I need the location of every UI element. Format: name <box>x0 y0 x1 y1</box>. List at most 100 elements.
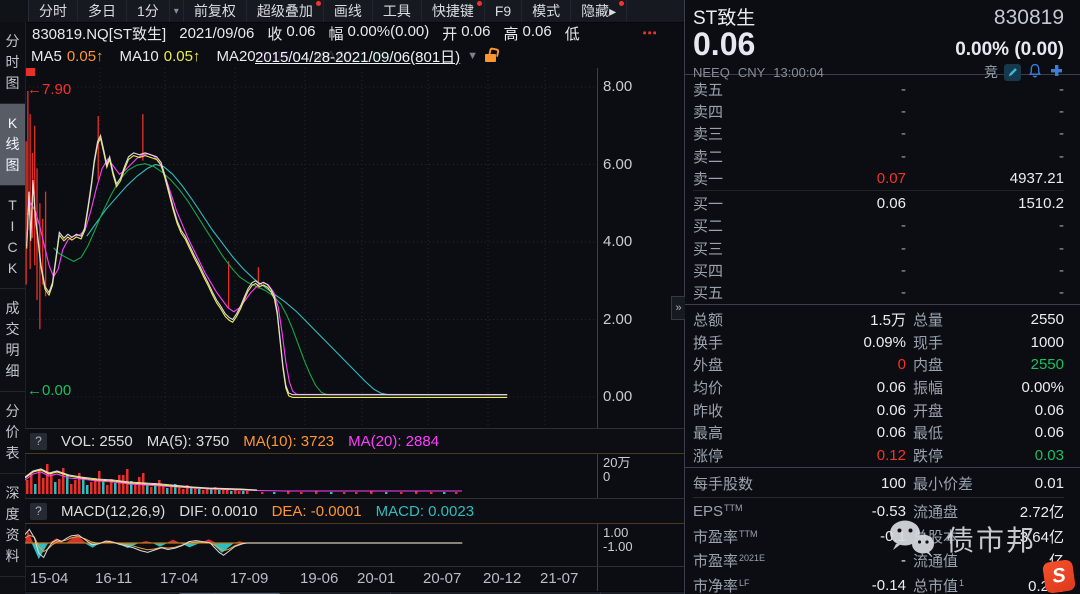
price-chart-pane[interactable]: 8.006.004.002.000.00 ←7.90 ←0.00 <box>25 68 684 428</box>
toolbar-item-mode[interactable]: 模式 <box>522 0 571 22</box>
stat-label: 外盘 <box>693 354 763 375</box>
stat-label: 跌停 <box>913 445 997 466</box>
level-label: 卖四 <box>693 101 763 122</box>
volume-values: VOL: 2550MA(5): 3750MA(10): 3723MA(20): … <box>61 433 439 450</box>
toolbar-item-draw-line[interactable]: 画线 <box>324 0 373 22</box>
order-book-row[interactable]: 买四-- <box>693 259 1064 281</box>
stat-value: -0.1 <box>763 528 906 545</box>
stat-value: 0.06 <box>997 424 1064 441</box>
indicator-value: DIF: 0.0010 <box>179 503 257 520</box>
sidebar-tab-trade-detail[interactable]: 成交明细 <box>0 289 25 392</box>
order-book-row[interactable]: 卖三-- <box>693 123 1064 145</box>
toolbar-item-label: 多日 <box>88 1 116 21</box>
macd-pane[interactable]: 1.00 -1.00 <box>25 524 684 566</box>
more-dots-icon[interactable]: ⋯ <box>642 24 658 42</box>
toolbar-item-hotkeys[interactable]: 快捷键 <box>422 0 485 22</box>
stat-label: 最小价差 <box>913 473 997 494</box>
edit-pencil-icon[interactable] <box>1004 64 1021 81</box>
stat-label: 昨收 <box>693 400 763 421</box>
toolbar-item-period-dropdown[interactable]: ▾ <box>170 0 184 22</box>
volume-chart[interactable] <box>25 454 597 498</box>
stat-label: 每手股数 <box>693 473 763 494</box>
order-book-row[interactable]: 买一0.061510.2 <box>693 192 1064 214</box>
level-label: 卖三 <box>693 123 763 144</box>
indicator-value: MA(20): 2884 <box>348 433 439 450</box>
lock-open-icon[interactable] <box>485 54 496 62</box>
toolbar-item-forward-adjust[interactable]: 前复权 <box>184 0 247 22</box>
ohlc-field: 低 <box>565 23 584 44</box>
toolbar-item-tools[interactable]: 工具 <box>373 0 422 22</box>
sidebar-tab-tick[interactable]: TICK <box>0 186 25 289</box>
stat-label: 现手 <box>913 332 997 353</box>
order-book-row[interactable]: 卖四-- <box>693 100 1064 122</box>
y-axis-label: 8.00 <box>603 78 632 95</box>
divider <box>693 190 1064 191</box>
toolbar-item-label: 快捷键 <box>432 1 474 21</box>
toolbar-item-label: 前复权 <box>194 1 236 21</box>
help-icon[interactable]: ? <box>30 503 47 520</box>
low-marker: ←0.00 <box>27 382 71 399</box>
notification-dot <box>477 1 482 6</box>
toolbar-item-minute-chart[interactable]: 分时 <box>29 0 78 22</box>
notification-dot <box>619 1 624 6</box>
price-change: 0.00% (0.00) <box>955 39 1064 61</box>
watermark: 债市邦 <box>888 518 1036 560</box>
order-book-row[interactable]: 买二-- <box>693 215 1064 237</box>
sidebar: 分时图K线图TICK成交明细分价表深度资料 <box>0 22 26 594</box>
toolbar-items: 分时多日 1分▾ 前复权超级叠加画线工具快捷键 F9模式隐藏▸ <box>29 0 627 22</box>
wechat-icon <box>888 518 938 560</box>
ohlc-field: 收0.06 <box>267 23 315 44</box>
sidebar-tab-char: K <box>0 258 25 279</box>
date-range-selector[interactable]: 2015/04/28-2021/09/06(801日) ▼ <box>255 44 496 68</box>
stat-label: 开盘 <box>913 400 997 421</box>
order-book: 卖五--卖四--卖三--卖二--卖一0.074937.21买一0.061510.… <box>685 75 1080 304</box>
order-book-row[interactable]: 卖一0.074937.21 <box>693 167 1064 189</box>
app-logo: S <box>1042 559 1076 594</box>
order-book-row[interactable]: 卖五-- <box>693 78 1064 100</box>
sidebar-tab-depth-info[interactable]: 深度资料 <box>0 474 25 577</box>
sidebar-tab-time-chart[interactable]: 分时图 <box>0 22 25 104</box>
field-label: 高 <box>503 23 518 44</box>
level-price: - <box>763 81 906 98</box>
kline-chart[interactable] <box>25 68 597 428</box>
alert-bell-icon[interactable] <box>1027 63 1043 82</box>
stat-value: 2550 <box>997 356 1064 373</box>
toolbar-corner <box>0 0 29 22</box>
sidebar-tab-char: 图 <box>0 73 25 94</box>
field-value: 0.06 <box>523 23 552 44</box>
chevron-down-icon[interactable]: ▼ <box>467 50 478 62</box>
level-volume: - <box>906 284 1064 301</box>
toolbar-item-one-minute[interactable]: 1分 <box>127 0 170 22</box>
field-label: 开 <box>442 23 457 44</box>
toolbar-item-multi-day[interactable]: 多日 <box>78 0 127 22</box>
indicator-value: MACD: 0.0023 <box>376 503 474 520</box>
indicator-value: MA(5): 3750 <box>147 433 230 450</box>
info-bar: 830819.NQ[ST致生] 2021/09/06 收0.06幅0.00%(0… <box>25 22 684 44</box>
toolbar-item-hide[interactable]: 隐藏▸ <box>571 0 627 22</box>
stat-label: 换手 <box>693 332 763 353</box>
level-price: 0.07 <box>763 170 906 187</box>
level-label: 买三 <box>693 238 763 259</box>
order-book-row[interactable]: 买三-- <box>693 237 1064 259</box>
toolbar-item-super-overlay[interactable]: 超级叠加 <box>247 0 324 22</box>
sidebar-tab-kline-chart[interactable]: K线图 <box>0 104 25 186</box>
toolbar-item-f9[interactable]: F9 <box>485 0 522 22</box>
stat-label: 内盘 <box>913 354 997 375</box>
level-volume: - <box>906 148 1064 165</box>
level-volume: - <box>906 125 1064 142</box>
order-book-row[interactable]: 买五-- <box>693 282 1064 304</box>
sidebar-tab-price-table[interactable]: 分价表 <box>0 392 25 474</box>
volume-pane[interactable]: 20万 0 <box>25 454 684 498</box>
macd-chart[interactable] <box>25 524 597 566</box>
stat-row: 均价0.06振幅0.00% <box>693 376 1064 399</box>
stat-value: 0.12 <box>763 447 906 464</box>
panel-expander-icon[interactable]: » <box>671 296 685 320</box>
add-plus-icon[interactable] <box>1049 63 1064 81</box>
help-icon[interactable]: ? <box>30 433 47 450</box>
ohlc-field: 幅0.00%(0.00) <box>329 23 430 44</box>
stat-value: -0.53 <box>763 503 906 520</box>
stat-label: 总额 <box>693 309 763 330</box>
indicator-value: MA(10): 3723 <box>243 433 334 450</box>
sidebar-tab-char: 价 <box>0 422 25 443</box>
order-book-row[interactable]: 卖二-- <box>693 145 1064 167</box>
